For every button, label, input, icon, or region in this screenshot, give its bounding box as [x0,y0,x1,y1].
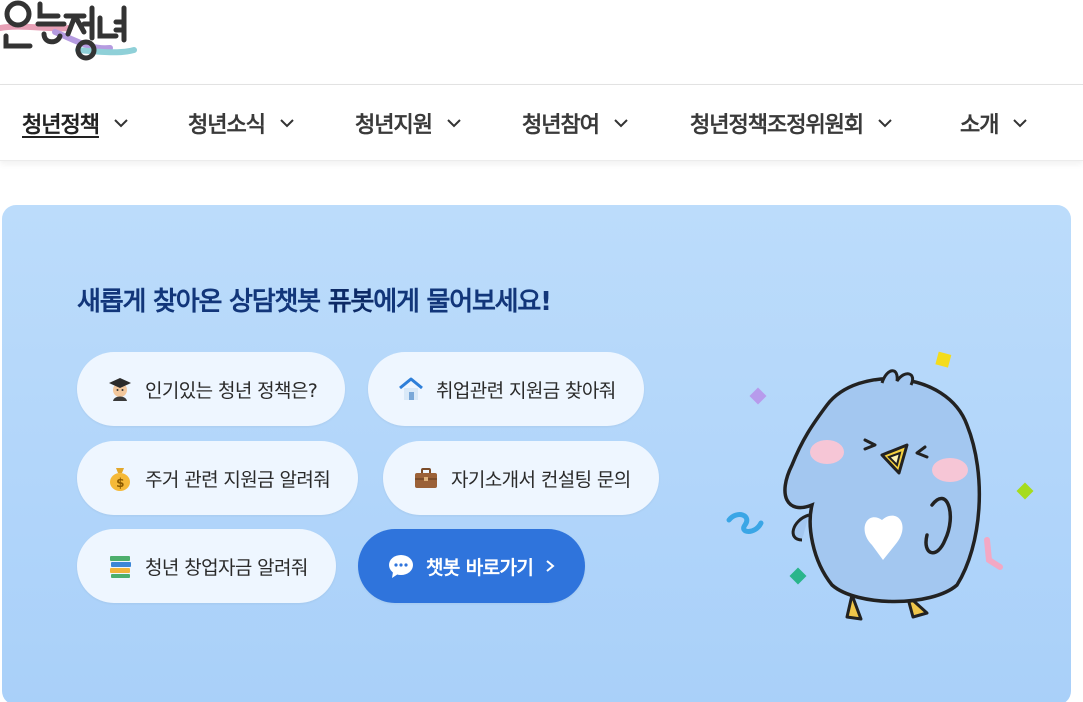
chatbot-button-label: 챗봇 바로가기 [426,556,534,579]
chevron-down-icon [280,119,294,128]
chevron-down-icon [447,119,461,128]
quick-question-chip[interactable]: 자기소개서 컨설팅 문의 [383,441,659,515]
chat-bubble-icon [386,551,416,581]
logo-graphic [0,0,137,61]
chip-label: 주거 관련 지원금 알려줘 [145,468,331,491]
nav-item-label: 청년정책조정위원회 [690,113,864,138]
quick-question-chip[interactable]: 취업관련 지원금 찾아줘 [368,352,644,426]
chatbot-mascot-illustration [726,351,1034,621]
nav-item-youth-news[interactable]: 청년소식 [188,85,295,161]
graduate-icon [105,374,135,404]
briefcase-icon [411,463,441,493]
chip-label: 취업관련 지원금 찾아줘 [436,379,616,402]
chip-label: 자기소개서 컨설팅 문의 [451,468,631,491]
nav-item-policy-committee[interactable]: 청년정책조정위원회 [690,85,893,161]
quick-question-chip[interactable]: 인기있는 청년 정책은? [77,352,346,426]
nav-item-youth-policy[interactable]: 청년정책 [22,85,129,161]
nav-item-label: 청년정책 [22,113,100,138]
chevron-down-icon [614,119,628,128]
quick-question-chip[interactable]: $ 주거 관련 지원금 알려줘 [77,441,359,515]
house-icon [396,374,426,404]
site-header [0,0,1083,85]
chip-label: 인기있는 청년 정책은? [145,379,318,402]
banner-title-prefix: 새롭게 찾아온 상담챗봇 [77,287,328,317]
site-logo[interactable] [0,0,140,62]
money-bag-icon: $ [105,463,135,493]
nav-item-youth-support[interactable]: 청년지원 [355,85,462,161]
chip-label: 청년 창업자금 알려줘 [145,556,308,579]
chevron-down-icon [878,119,892,128]
banner-title-highlight: 퓨봇 [327,287,375,317]
chatbot-link-button[interactable]: 챗봇 바로가기 [358,529,586,603]
nav-item-youth-participation[interactable]: 청년참여 [522,85,629,161]
nav-item-label: 청년소식 [188,113,266,138]
chevron-down-icon [1013,119,1028,128]
main-nav: 청년정책 청년소식 청년지원 청년참여 청년정책조정위원회 소개 [0,85,1083,161]
chatbot-banner: 새롭게 찾아온 상담챗봇 퓨봇에게 물어보세요! 인기있는 청년 정책은? 취업… [2,205,1071,702]
books-icon [105,551,135,581]
nav-item-label: 청년참여 [522,113,600,138]
banner-title: 새롭게 찾아온 상담챗봇 퓨봇에게 물어보세요! [77,281,552,318]
nav-item-about[interactable]: 소개 [960,85,1028,161]
chevron-down-icon [114,119,128,128]
svg-text:$: $ [116,476,124,490]
quick-question-chip[interactable]: 청년 창업자금 알려줘 [77,529,336,603]
nav-item-label: 청년지원 [355,113,433,138]
banner-title-suffix: 에게 물어보세요! [373,287,552,317]
nav-item-label: 소개 [960,113,999,138]
chevron-right-icon [546,560,555,572]
